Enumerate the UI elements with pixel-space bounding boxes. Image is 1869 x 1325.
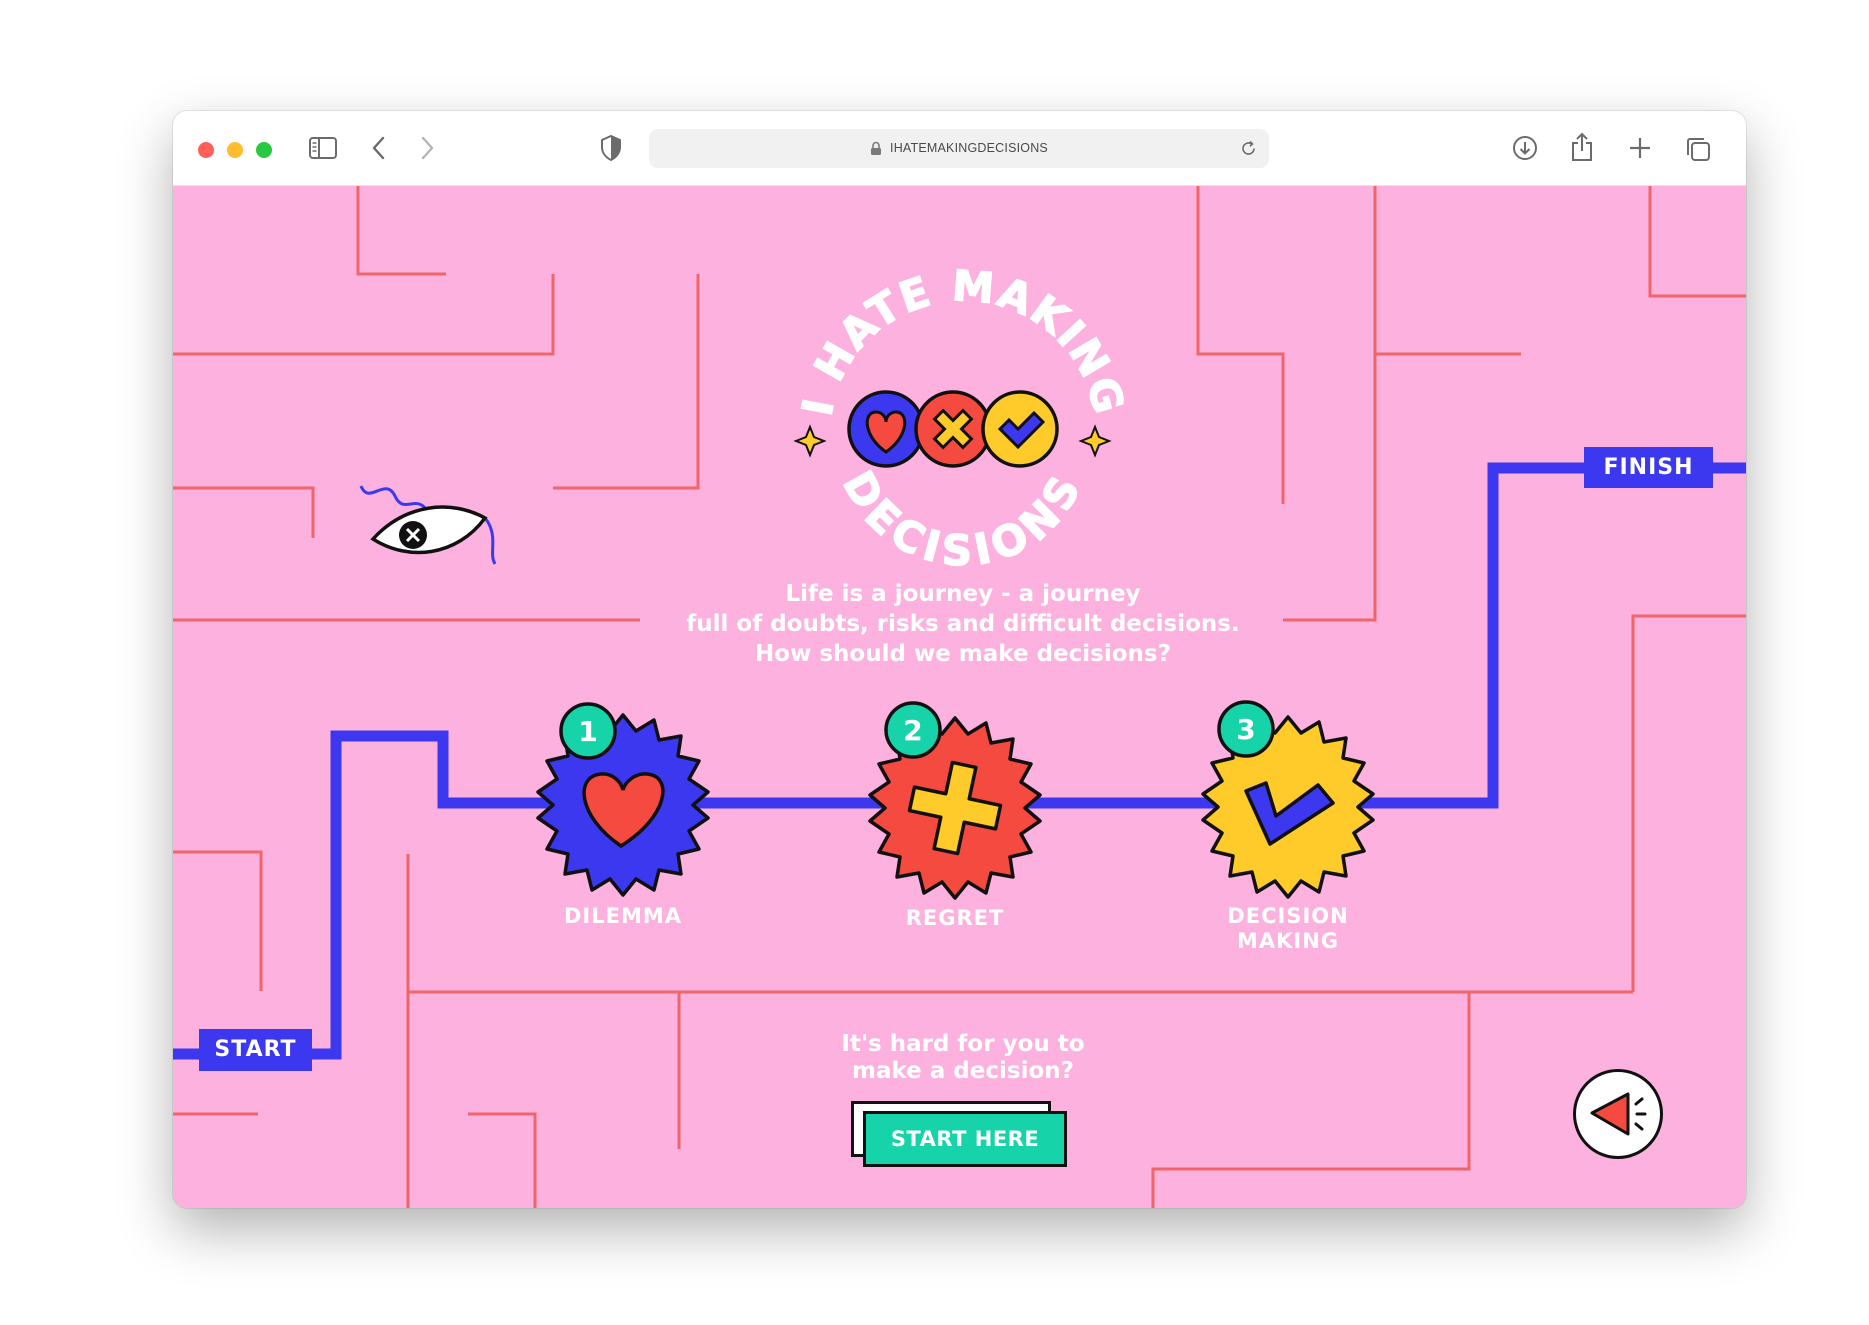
close-window-button[interactable] [198,142,214,158]
browser-toolbar: IHATEMAKINGDECISIONS [173,111,1746,186]
lock-icon [871,141,882,156]
logo-heart-icon [847,390,925,468]
finish-tag: FINISH [1584,447,1713,488]
zoom-window-button[interactable] [256,142,272,158]
intro-line: full of doubts, risks and difficult deci… [686,611,1240,637]
step-label-dilemma[interactable]: DILEMMA [533,904,713,929]
cta-question: It's hard for you to make a decision? [773,1031,1153,1085]
megaphone-icon [1590,1092,1647,1136]
start-tag: START [199,1029,312,1071]
reload-icon[interactable] [1240,140,1257,157]
address-bar[interactable]: IHATEMAKINGDECISIONS [649,129,1269,168]
shield-icon[interactable] [599,134,623,162]
page-content: I HATE MAKING DECISIONS 1 2 3 START FINI… [173,186,1746,1208]
step-label-line: MAKING [1236,929,1340,953]
eye-icon [359,485,497,565]
tab-overview-icon[interactable] [1684,135,1712,163]
minimize-window-button[interactable] [227,142,243,158]
logo-text-bottom: DECISIONS [833,463,1092,576]
browser-window: IHATEMAKINGDECISIONS I HATE MAKING DECIS… [173,111,1746,1208]
step-number: 1 [578,715,597,748]
step-decision-making[interactable]: 3 [1201,700,1375,899]
sound-toggle-button[interactable] [1573,1069,1663,1159]
step-regret[interactable]: 2 [868,701,1042,900]
download-icon[interactable] [1511,134,1539,162]
step-number: 2 [903,714,922,747]
step-number: 3 [1236,713,1255,746]
step-label-regret[interactable]: REGRET [865,906,1045,931]
intro-text: Life is a journey - a journey full of do… [593,579,1333,669]
logo-check-icon [981,390,1059,468]
step-label-decision-making[interactable]: DECISION MAKING [1173,904,1403,954]
logo-cross-icon [914,390,992,468]
intro-line: How should we make decisions? [755,641,1171,667]
sidebar-icon[interactable] [308,136,338,160]
intro-line: Life is a journey - a journey [785,581,1141,607]
step-dilemma[interactable]: 1 [536,702,710,897]
logo: I HATE MAKING DECISIONS [792,260,1133,576]
forward-icon[interactable] [418,135,436,161]
share-icon[interactable] [1569,131,1595,163]
back-icon[interactable] [370,135,388,161]
cta-question-line: It's hard for you to [841,1031,1085,1057]
url-text: IHATEMAKINGDECISIONS [890,141,1048,155]
cta-question-line: make a decision? [852,1058,1074,1084]
start-here-button[interactable]: START HERE [863,1111,1067,1167]
step-label-line: DECISION [1227,904,1349,928]
new-tab-icon[interactable] [1627,135,1653,161]
start-here-button-wrap: START HERE [851,1101,1067,1167]
